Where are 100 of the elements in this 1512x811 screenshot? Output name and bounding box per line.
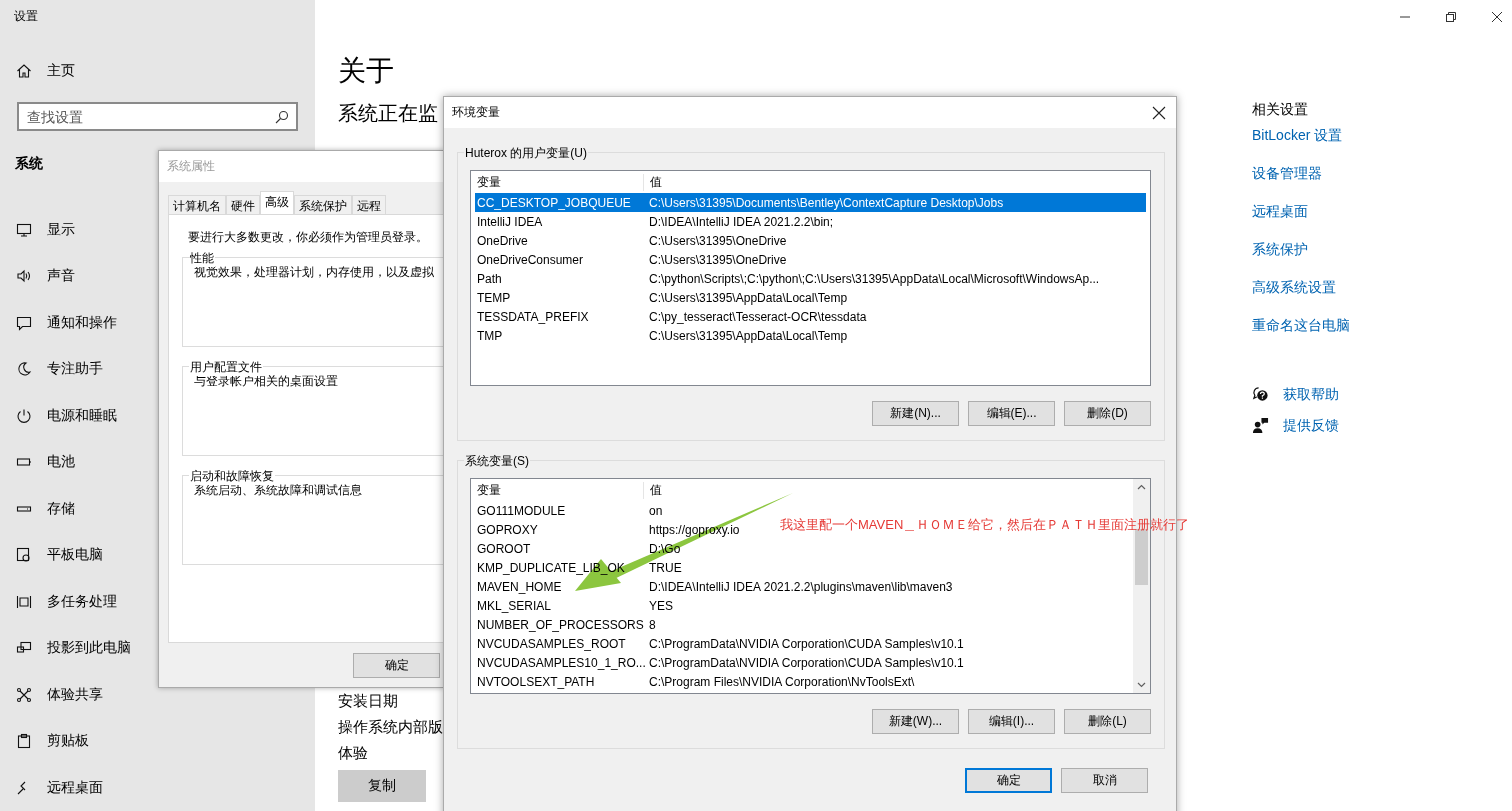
dialog-button[interactable]: 删除(D) bbox=[1064, 401, 1151, 426]
variable-name: MAVEN_HOME bbox=[476, 579, 563, 594]
variable-row[interactable]: MAVEN_HOME D:\IDEA\IntelliJ IDEA 2021.2.2\plugins\maven\lib\maven3 bbox=[475, 577, 957, 596]
variable-value: TRUE bbox=[648, 560, 682, 575]
dialog-button[interactable]: 新建(N)... bbox=[872, 401, 959, 426]
close-icon[interactable] bbox=[1152, 105, 1166, 120]
variable-name: OneDrive bbox=[476, 233, 529, 248]
nav-item[interactable]: 体验共享 bbox=[0, 671, 315, 719]
section-heading: 系统 bbox=[15, 155, 43, 172]
nav-item[interactable]: 多任务处理 bbox=[0, 578, 315, 626]
help-link[interactable]: 获取帮助 bbox=[1283, 385, 1339, 404]
variable-name: NVCUDASAMPLES_ROOT bbox=[476, 636, 627, 651]
variable-value: YES bbox=[648, 598, 673, 613]
power-icon bbox=[16, 407, 32, 424]
page-heading: 关于 bbox=[338, 54, 394, 88]
variable-name: MKL_SERIAL bbox=[476, 598, 553, 613]
variable-value: 8 bbox=[648, 617, 656, 632]
variable-value: C:\Program Files\NVIDIA Corporation\NvToolsExt\ bbox=[648, 674, 915, 689]
variable-row[interactable]: NVCUDASAMPLES_ROOT C:\ProgramData\NVIDIA Corporation\CUDA Samples\v10.1 bbox=[475, 634, 968, 653]
page-subheading: 系统正在监 bbox=[338, 101, 438, 126]
variable-row[interactable]: NVTOOLSEXT_PATH C:\Program Files\NVIDIA Corporation\NvToolsExt\ bbox=[475, 672, 919, 691]
tab[interactable]: 远程 bbox=[352, 195, 386, 214]
variable-row[interactable]: CC_DESKTOP_JOBQUEUE C:\Users\31395\Documents\Bentley\ContextCapture Desktop\Jobs bbox=[475, 193, 1146, 212]
variable-name: TEMP bbox=[476, 290, 512, 305]
moon-icon bbox=[16, 361, 32, 378]
variable-name: GOROOT bbox=[476, 541, 532, 556]
home-item[interactable]: 主页 bbox=[0, 57, 315, 86]
settings-link[interactable]: 高级系统设置 bbox=[1252, 279, 1336, 295]
nav-item[interactable]: 平板电脑 bbox=[0, 532, 315, 579]
settings-link[interactable]: 系统保护 bbox=[1252, 241, 1308, 257]
variable-value: C:\Users\31395\OneDrive bbox=[648, 233, 787, 248]
scroll-thumb[interactable] bbox=[1135, 529, 1148, 585]
variable-row[interactable]: IntelliJ IDEA D:\IDEA\IntelliJ IDEA 2021.2.2\bin; bbox=[475, 212, 1146, 231]
group-title: 用户配置文件 bbox=[189, 359, 263, 376]
nav-item[interactable]: 电源和睡眠 bbox=[0, 392, 315, 440]
window-title: 设置 bbox=[14, 9, 38, 23]
dialog-button[interactable]: 取消 bbox=[1061, 768, 1148, 793]
scroll-up-icon[interactable] bbox=[1137, 483, 1146, 492]
variable-name: NVCUDASAMPLES10_1_RO... bbox=[476, 655, 643, 670]
variable-row[interactable]: GO111MODULE on bbox=[475, 501, 667, 520]
dialog-button[interactable]: 编辑(I)... bbox=[968, 709, 1055, 734]
nav-item[interactable]: 远程桌面 bbox=[0, 764, 315, 811]
settings-link[interactable]: 设备管理器 bbox=[1252, 165, 1322, 181]
settings-link[interactable]: 远程桌面 bbox=[1252, 203, 1308, 219]
copy-button[interactable]: 复制 bbox=[338, 770, 426, 802]
nav-item[interactable]: 剪贴板 bbox=[0, 718, 315, 765]
ok-button[interactable]: 确定 bbox=[353, 652, 440, 678]
dialog-button[interactable]: 编辑(E)... bbox=[968, 401, 1055, 426]
variable-name: GO111MODULE bbox=[476, 503, 567, 518]
variable-list[interactable] bbox=[470, 478, 1151, 694]
dialog-button[interactable]: 删除(L) bbox=[1064, 709, 1151, 734]
variable-name: OneDriveConsumer bbox=[476, 252, 585, 267]
dialog-title: 环境变量 bbox=[452, 104, 500, 121]
variable-list[interactable] bbox=[470, 170, 1151, 386]
notification-icon bbox=[16, 314, 32, 331]
related-heading: 相关设置 bbox=[1252, 101, 1308, 117]
tab[interactable]: 高级 bbox=[260, 191, 294, 214]
nav-item[interactable]: 投影到此电脑 bbox=[0, 625, 315, 672]
tab[interactable]: 系统保护 bbox=[294, 195, 352, 214]
variable-name: TMP bbox=[476, 328, 504, 343]
column-header[interactable]: 值 bbox=[644, 481, 662, 499]
variable-row[interactable]: MKL_SERIAL YES bbox=[475, 596, 677, 615]
variable-row[interactable]: OneDrive C:\Users\31395\OneDrive bbox=[475, 231, 1146, 250]
variable-row[interactable]: TEMP C:\Users\31395\AppData\Local\Temp bbox=[475, 288, 1146, 307]
variable-value: C:\ProgramData\NVIDIA Corporation\CUDA Samples\v10.1 bbox=[648, 636, 964, 651]
variable-name: TESSDATA_PREFIX bbox=[476, 309, 590, 324]
column-header[interactable]: 值 bbox=[644, 173, 662, 191]
variable-row[interactable]: TESSDATA_PREFIX C:\py_tesseract\Tesseract-OCR\tessdata bbox=[475, 307, 1146, 326]
settings-link[interactable]: BitLocker 设置 bbox=[1252, 127, 1343, 143]
sound-icon bbox=[16, 268, 32, 285]
dialog-title: 系统属性 bbox=[167, 158, 215, 175]
variable-value: on bbox=[648, 503, 663, 518]
variable-name: IntelliJ IDEA bbox=[476, 214, 544, 229]
variable-value: C:\Users\31395\Documents\Bentley\ContextCapture Desktop\Jobs bbox=[648, 195, 1004, 210]
dialog-button[interactable]: 确定 bbox=[965, 768, 1052, 793]
group-title: 性能 bbox=[189, 250, 215, 267]
variable-row[interactable]: Path C:\python\Scripts\;C:\python\;C:\Users\31395\AppData\Local\Microsoft\WindowsAp... bbox=[475, 269, 1146, 288]
variable-value: C:\python\Scripts\;C:\python\;C:\Users\31395\AppData\Local\Microsoft\WindowsAp... bbox=[648, 271, 1100, 286]
dialog-button[interactable]: 新建(W)... bbox=[872, 709, 959, 734]
info-label: 操作系统内部版 bbox=[338, 718, 443, 735]
tab[interactable]: 计算机名 bbox=[168, 195, 226, 214]
column-header[interactable]: 变量 bbox=[475, 481, 644, 499]
settings-link[interactable]: 重命名这台电脑 bbox=[1252, 317, 1350, 333]
help-link[interactable]: 提供反馈 bbox=[1283, 416, 1339, 435]
variable-row[interactable]: TMP C:\Users\31395\AppData\Local\Temp bbox=[475, 326, 1146, 345]
scroll-down-icon[interactable] bbox=[1137, 680, 1146, 689]
group-title: 启动和故障恢复 bbox=[189, 468, 275, 485]
variable-value: C:\py_tesseract\Tesseract-OCR\tessdata bbox=[648, 309, 867, 324]
admin-note: 要进行大多数更改，你必须作为管理员登录。 bbox=[188, 230, 428, 244]
column-header[interactable]: 变量 bbox=[475, 173, 644, 191]
tab[interactable]: 硬件 bbox=[226, 195, 260, 214]
nav-item[interactable]: 通知和操作 bbox=[0, 299, 315, 347]
share-icon bbox=[16, 686, 32, 703]
variable-name: NUMBER_OF_PROCESSORS bbox=[476, 617, 643, 632]
variable-row[interactable]: NUMBER_OF_PROCESSORS 8 bbox=[475, 615, 660, 634]
variable-value: C:\Users\31395\OneDrive bbox=[648, 252, 787, 267]
search-field[interactable]: 查找设置 bbox=[17, 102, 298, 132]
variable-row[interactable]: NVCUDASAMPLES10_1_RO... C:\ProgramData\NVIDIA Corporation\CUDA Samples\v10.1 bbox=[475, 653, 968, 672]
variable-row[interactable]: OneDriveConsumer C:\Users\31395\OneDrive bbox=[475, 250, 1146, 269]
variable-value: C:\Users\31395\AppData\Local\Temp bbox=[648, 328, 848, 343]
